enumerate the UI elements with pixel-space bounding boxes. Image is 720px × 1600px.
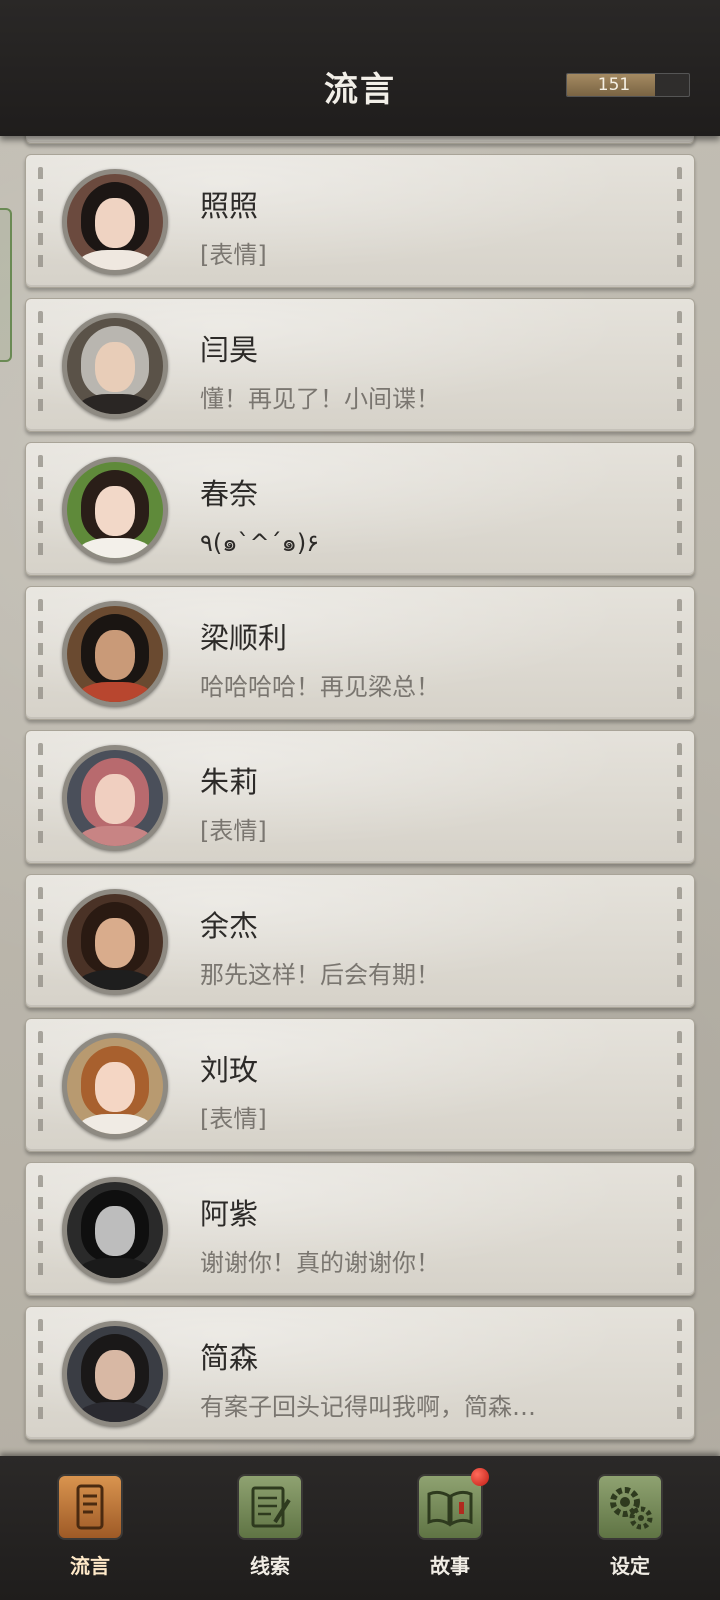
contact-card-partial	[25, 136, 695, 144]
stitch-decoration	[677, 455, 682, 563]
contact-name: 余杰	[200, 909, 259, 943]
last-message: 哈哈哈哈！再见梁总！	[200, 673, 440, 701]
avatar	[67, 462, 163, 558]
avatar-frame	[62, 1321, 168, 1427]
contact-name: 刘玫	[200, 1053, 259, 1087]
contact-card[interactable]: 阿紫 谢谢你！真的谢谢你！	[25, 1162, 695, 1296]
currency-counter[interactable]: 151	[566, 73, 690, 97]
contact-card[interactable]: 朱莉 [表情]	[25, 730, 695, 864]
stitch-decoration	[38, 1319, 43, 1427]
avatar	[67, 1182, 163, 1278]
contact-name: 简森	[200, 1341, 259, 1375]
last-message: [表情]	[200, 817, 267, 845]
contact-name: 阿紫	[200, 1197, 259, 1231]
contact-name: 闫昊	[200, 333, 259, 367]
avatar	[67, 606, 163, 702]
avatar-frame	[62, 313, 168, 419]
avatar	[67, 1326, 163, 1422]
avatar	[67, 894, 163, 990]
contact-list[interactable]: 照照 [表情] 闫昊 懂！再见了！小间谍！ 春奈 ٩(๑`^´๑)۶ 梁顺利 哈…	[0, 136, 720, 1456]
book-icon	[417, 1468, 489, 1540]
notepad-icon	[237, 1474, 303, 1540]
stitch-decoration	[677, 1175, 682, 1283]
stitch-decoration	[38, 743, 43, 851]
avatar	[67, 1038, 163, 1134]
stitch-decoration	[38, 599, 43, 707]
nav-item-rumors[interactable]: 流言	[40, 1474, 140, 1584]
contact-name: 朱莉	[200, 765, 259, 799]
avatar-frame	[62, 745, 168, 851]
avatar-frame	[62, 601, 168, 707]
gear-icon	[597, 1474, 663, 1540]
last-message: ٩(๑`^´๑)۶	[200, 529, 320, 557]
contact-name: 照照	[200, 189, 259, 223]
stitch-decoration	[38, 1175, 43, 1283]
stitch-decoration	[677, 599, 682, 707]
avatar-frame	[62, 457, 168, 563]
contact-name: 梁顺利	[200, 621, 288, 655]
contact-card[interactable]: 梁顺利 哈哈哈哈！再见梁总！	[25, 586, 695, 720]
contact-card[interactable]: 简森 有案子回头记得叫我啊，简森…	[25, 1306, 695, 1440]
app-header: 流言 151	[0, 0, 720, 136]
stitch-decoration	[38, 455, 43, 563]
stitch-decoration	[677, 311, 682, 419]
stitch-decoration	[677, 1319, 682, 1427]
last-message: 谢谢你！真的谢谢你！	[200, 1249, 440, 1277]
notification-badge	[471, 1468, 489, 1486]
nav-label: 流言	[70, 1554, 110, 1578]
nav-label: 设定	[610, 1554, 650, 1578]
stitch-decoration	[677, 1031, 682, 1139]
side-drawer-tab[interactable]	[0, 208, 12, 362]
counter-value: 151	[597, 75, 631, 95]
avatar-frame	[62, 1033, 168, 1139]
nav-label: 故事	[430, 1554, 470, 1578]
stitch-decoration	[38, 887, 43, 995]
avatar	[67, 318, 163, 414]
stitch-decoration	[38, 167, 43, 275]
stitch-decoration	[677, 743, 682, 851]
stitch-decoration	[38, 311, 43, 419]
nav-item-story[interactable]: 故事	[400, 1468, 500, 1584]
avatar-frame	[62, 889, 168, 995]
last-message: [表情]	[200, 241, 267, 269]
avatar-frame	[62, 169, 168, 275]
bottom-nav: 流言 线索 故事 设定	[0, 1456, 720, 1600]
stitch-decoration	[38, 1031, 43, 1139]
contact-card[interactable]: 刘玫 [表情]	[25, 1018, 695, 1152]
contact-card[interactable]: 闫昊 懂！再见了！小间谍！	[25, 298, 695, 432]
avatar	[67, 750, 163, 846]
last-message: 懂！再见了！小间谍！	[200, 385, 440, 413]
avatar	[67, 174, 163, 270]
avatar-frame	[62, 1177, 168, 1283]
contact-name: 春奈	[200, 477, 259, 511]
last-message: [表情]	[200, 1105, 267, 1133]
last-message: 那先这样！后会有期！	[200, 961, 440, 989]
nav-item-settings[interactable]: 设定	[580, 1474, 680, 1584]
nav-item-clues[interactable]: 线索	[220, 1474, 320, 1584]
nav-label: 线索	[250, 1554, 290, 1578]
contact-card[interactable]: 春奈 ٩(๑`^´๑)۶	[25, 442, 695, 576]
last-message: 有案子回头记得叫我啊，简森…	[200, 1393, 536, 1421]
contact-card[interactable]: 余杰 那先这样！后会有期！	[25, 874, 695, 1008]
phone-icon	[57, 1474, 123, 1540]
contact-card[interactable]: 照照 [表情]	[25, 154, 695, 288]
stitch-decoration	[677, 167, 682, 275]
stitch-decoration	[677, 887, 682, 995]
